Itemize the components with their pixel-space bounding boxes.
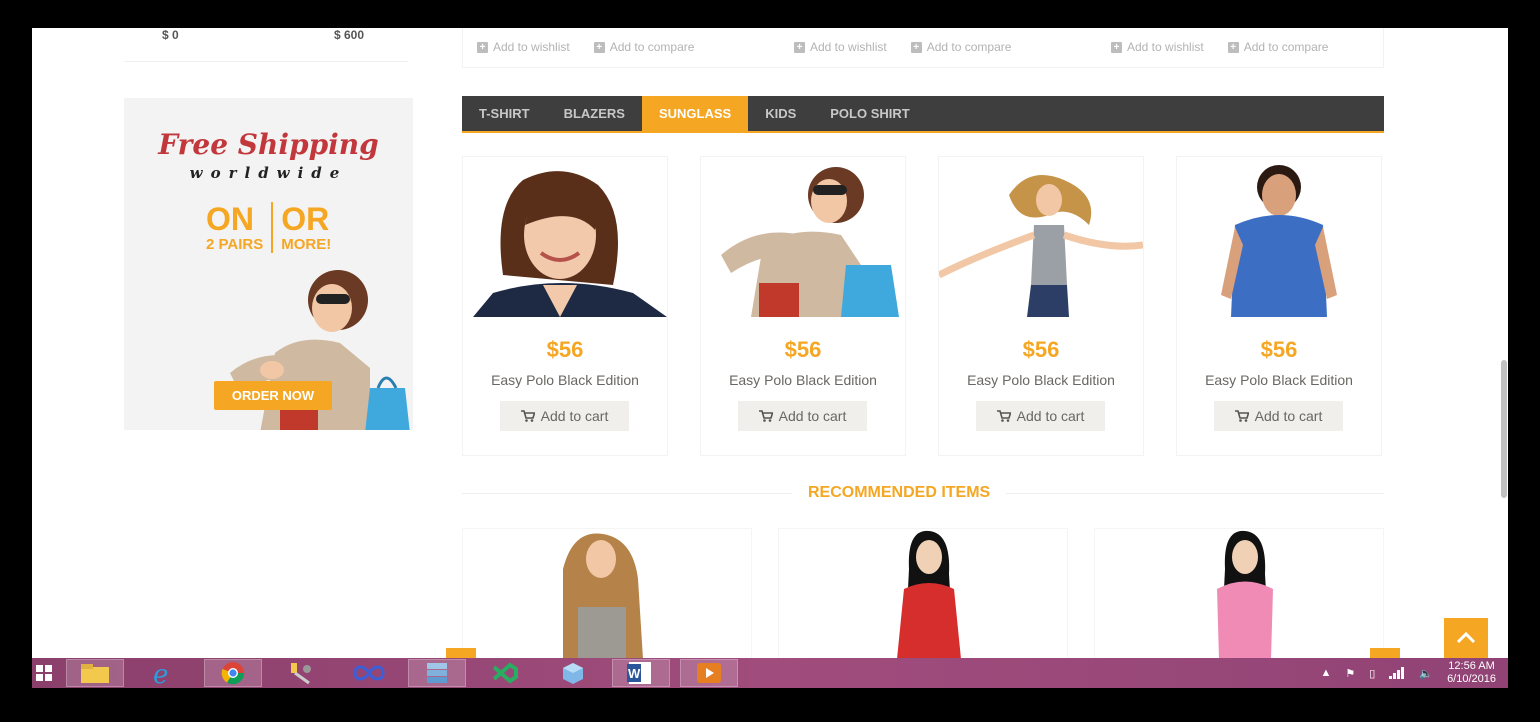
- product-name[interactable]: Easy Polo Black Edition: [939, 372, 1143, 388]
- product-card: $56 Easy Polo Black Edition Add to cart: [938, 156, 1144, 456]
- internet-explorer-icon[interactable]: e: [134, 659, 192, 687]
- recommended-image-woman-red-dress: [897, 530, 961, 658]
- shopping-cart-icon: [996, 410, 1011, 422]
- tab-kids[interactable]: KIDS: [748, 96, 813, 131]
- add-to-compare-link[interactable]: + Add to compare: [593, 40, 694, 54]
- banner-offer: ON 2 PAIRS OR MORE!: [198, 202, 339, 253]
- visual-studio-icon[interactable]: [476, 659, 534, 687]
- clock-date: 6/10/2016: [1447, 673, 1496, 685]
- scrollbar-thumb[interactable]: [1501, 360, 1507, 498]
- product-name[interactable]: Easy Polo Black Edition: [701, 372, 905, 388]
- carousel-prev-arrow[interactable]: [446, 648, 476, 658]
- product-image-man-blue-polo[interactable]: [1177, 165, 1381, 317]
- svg-text:W: W: [628, 666, 641, 681]
- browser-viewport: $ 0 $ 600 + Add to wishlist + Add to compa…: [32, 28, 1508, 658]
- page-scrollbar[interactable]: [1500, 28, 1508, 658]
- start-icon[interactable]: [32, 659, 56, 687]
- plus-square-icon: +: [1227, 41, 1239, 53]
- add-to-cart-button[interactable]: Add to cart: [500, 401, 629, 431]
- price-max-label: $ 600: [334, 28, 365, 42]
- product-price: $56: [546, 337, 584, 362]
- banner-subtitle: worldwide: [189, 164, 348, 182]
- add-to-cart-button[interactable]: Add to cart: [1214, 401, 1343, 431]
- tab-polo-shirt[interactable]: POLO SHIRT: [813, 96, 926, 131]
- add-to-compare-link[interactable]: + Add to compare: [1227, 40, 1328, 54]
- svg-text:e: e: [153, 660, 168, 686]
- battery-icon[interactable]: ▯: [1369, 667, 1375, 680]
- product-card: $56 Easy Polo Black Edition Add to cart: [1176, 156, 1382, 456]
- add-to-compare-link[interactable]: + Add to compare: [910, 40, 1011, 54]
- product-price: $56: [784, 337, 822, 362]
- add-to-cart-button[interactable]: Add to cart: [976, 401, 1105, 431]
- windows-taskbar: e W ▲ ⚑ ▯ 🔈 12:56 AM 6/10/2016: [32, 658, 1508, 688]
- recommended-item[interactable]: [1094, 528, 1384, 658]
- tab-sunglass[interactable]: SUNGLASS: [641, 96, 749, 131]
- product-actions-1: + Add to wishlist + Add to compare: [477, 40, 694, 54]
- volume-icon[interactable]: 🔈: [1419, 667, 1433, 680]
- tab-t-shirt[interactable]: T-SHIRT: [462, 96, 547, 131]
- product-image-woman-portrait[interactable]: [463, 165, 667, 317]
- shopping-cart-icon: [1234, 410, 1249, 422]
- clock[interactable]: 12:56 AM 6/10/2016: [1447, 660, 1496, 686]
- recommended-title: RECOMMENDED ITEMS: [792, 484, 1007, 502]
- tab-blazers[interactable]: BLAZERS: [547, 96, 642, 131]
- recommended-item[interactable]: [462, 528, 752, 658]
- recommended-image-woman-pink-dress: [1217, 530, 1273, 658]
- product-price: $56: [1260, 337, 1298, 362]
- add-to-wishlist-link[interactable]: + Add to wishlist: [1111, 40, 1204, 54]
- order-now-button[interactable]: ORDER NOW: [214, 381, 332, 410]
- clock-time: 12:56 AM: [1448, 660, 1495, 672]
- tools-icon[interactable]: [272, 659, 330, 687]
- recommended-item[interactable]: [778, 528, 1068, 658]
- plus-square-icon: +: [593, 41, 605, 53]
- shopping-cart-icon: [758, 410, 773, 422]
- show-hidden-icons-icon[interactable]: ▲: [1321, 667, 1332, 679]
- flag-icon[interactable]: ⚑: [1345, 667, 1355, 680]
- plus-square-icon: +: [910, 41, 922, 53]
- file-explorer-icon[interactable]: [66, 659, 124, 687]
- free-shipping-banner[interactable]: Free Shipping worldwide ON 2 PAIRS OR MORE…: [124, 98, 413, 430]
- product-actions-2: + Add to wishlist + Add to compare: [794, 40, 1011, 54]
- carousel-next-arrow[interactable]: [1370, 648, 1400, 658]
- chrome-icon[interactable]: [204, 659, 262, 687]
- add-to-wishlist-link[interactable]: + Add to wishlist: [477, 40, 570, 54]
- product-actions-3: + Add to wishlist + Add to compare: [1111, 40, 1328, 54]
- infinity-icon[interactable]: [340, 659, 398, 687]
- price-range: $ 0 $ 600: [124, 28, 408, 62]
- banner-title: Free Shipping: [158, 128, 379, 161]
- word-icon[interactable]: W: [612, 659, 670, 687]
- plus-square-icon: +: [794, 41, 805, 53]
- plus-square-icon: +: [477, 41, 488, 53]
- add-to-cart-button[interactable]: Add to cart: [738, 401, 867, 431]
- recommended-image-girl-grey-top: [563, 533, 643, 658]
- product-name[interactable]: Easy Polo Black Edition: [463, 372, 667, 388]
- product-price: $56: [1022, 337, 1060, 362]
- add-to-wishlist-link[interactable]: + Add to wishlist: [794, 40, 887, 54]
- shopping-cart-icon: [520, 410, 535, 422]
- server-icon[interactable]: [408, 659, 466, 687]
- 3d-box-icon[interactable]: [544, 659, 602, 687]
- product-actions-row: + Add to wishlist + Add to compare + Add to…: [462, 28, 1384, 68]
- product-image-woman-jumping[interactable]: [939, 165, 1143, 317]
- plus-square-icon: +: [1111, 41, 1122, 53]
- product-card: $56 Easy Polo Black Edition Add to cart: [700, 156, 906, 456]
- category-tabs: T-SHIRT BLAZERS SUNGLASS KIDS POLO SHIRT: [462, 96, 1384, 133]
- media-player-icon[interactable]: [680, 659, 738, 687]
- signal-icon[interactable]: [1389, 667, 1405, 679]
- product-grid: $56 Easy Polo Black Edition Add to cart …: [462, 156, 1384, 456]
- recommended-carousel: [462, 528, 1384, 658]
- product-card: $56 Easy Polo Black Edition Add to cart: [462, 156, 668, 456]
- product-image-woman-sunglasses[interactable]: [701, 165, 905, 317]
- system-tray: ▲ ⚑ ▯ 🔈 12:56 AM 6/10/2016: [1321, 658, 1496, 688]
- chevron-up-icon: [1456, 632, 1476, 644]
- product-name[interactable]: Easy Polo Black Edition: [1177, 372, 1381, 388]
- scroll-to-top-button[interactable]: [1444, 618, 1488, 658]
- price-min-label: $ 0: [162, 28, 179, 42]
